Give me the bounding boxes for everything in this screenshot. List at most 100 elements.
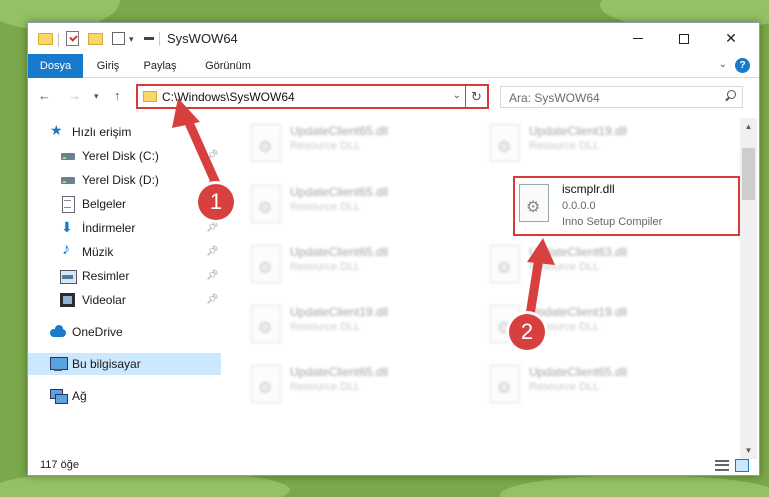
file-name: UpdateClient65.dll <box>290 185 389 199</box>
document-icon <box>60 196 76 213</box>
disk-icon <box>60 172 76 188</box>
refresh-icon[interactable]: ↻ <box>465 86 487 107</box>
tiles-view-icon[interactable] <box>735 459 749 472</box>
dll-file-icon <box>251 305 281 343</box>
list-item[interactable]: UpdateClient63.dll Resource DLL <box>485 241 715 293</box>
details-view-icon[interactable] <box>715 460 729 471</box>
pictures-icon <box>60 268 77 284</box>
search-input[interactable]: Ara: SysWOW64 <box>500 86 743 108</box>
pin-icon[interactable]: 📌︎ <box>206 150 219 161</box>
sidebar-item-label: Videolar <box>82 293 126 307</box>
expand-ribbon-icon[interactable]: ⌄ <box>719 59 727 70</box>
pin-icon[interactable]: 📌︎ <box>206 246 219 257</box>
file-list: UpdateClient65.dll Resource DLL UpdateCl… <box>221 118 740 448</box>
sidebar-item-label: Yerel Disk (D:) <box>82 173 159 187</box>
view-options-icon[interactable] <box>112 32 125 45</box>
vertical-scrollbar[interactable]: ▲ ▼ <box>740 118 757 459</box>
properties-icon[interactable] <box>66 31 79 46</box>
maximize-icon <box>679 33 689 44</box>
title-divider <box>159 32 160 46</box>
pin-icon[interactable]: 📌︎ <box>206 270 219 281</box>
file-type: Resource DLL <box>290 321 361 333</box>
file-name: UpdateClient65.dll <box>290 245 389 259</box>
new-folder-icon[interactable] <box>88 33 103 45</box>
file-name: UpdateClient63.dll <box>529 245 628 259</box>
dll-file-icon <box>490 365 520 403</box>
sidebar-item-network[interactable]: Ağ <box>50 385 220 407</box>
list-item[interactable]: UpdateClient65.dll Resource DLL <box>485 361 715 413</box>
sidebar-item-this-pc[interactable]: Bu bilgisayar <box>28 353 221 375</box>
file-description: Inno Setup Compiler <box>562 216 663 228</box>
tab-share[interactable]: Paylaş <box>140 54 180 78</box>
sidebar-item-local-disk-c[interactable]: Yerel Disk (C:) 📌︎ <box>60 145 220 167</box>
pin-icon[interactable]: 📌︎ <box>206 222 219 233</box>
chevron-down-icon[interactable]: ⌄ <box>453 90 461 101</box>
tab-view[interactable]: Görünüm <box>198 54 258 78</box>
sidebar-item-videos[interactable]: Videolar 📌︎ <box>60 289 220 311</box>
sidebar-item-label: Resimler <box>82 269 130 283</box>
music-icon <box>60 241 76 260</box>
tab-file[interactable]: Dosya <box>28 54 83 78</box>
back-arrow-icon[interactable]: ← <box>38 88 51 103</box>
list-item[interactable]: UpdateClient19.dll Resource DLL <box>246 301 476 353</box>
scrollbar-thumb[interactable] <box>742 148 755 200</box>
search-icon[interactable] <box>724 90 736 102</box>
navigation-bar: ← → ▾ ↑ C:\Windows\SysWOW64 ⌄ ↻ Ara: Sys… <box>28 79 759 113</box>
address-bar[interactable]: C:\Windows\SysWOW64 ⌄ ↻ <box>136 84 489 109</box>
star-icon <box>50 122 66 140</box>
file-name: UpdateClient65.dll <box>529 365 628 379</box>
up-arrow-icon[interactable]: ↑ <box>114 88 121 103</box>
list-item[interactable]: UpdateClient65.dll Resource DLL <box>246 120 476 172</box>
sidebar-item-documents[interactable]: Belgeler 📌︎ <box>60 193 220 215</box>
highlighted-file-item[interactable]: iscmplr.dll 0.0.0.0 Inno Setup Compiler <box>513 176 740 236</box>
minimize-button[interactable] <box>615 23 661 54</box>
file-name: UpdateClient65.dll <box>290 124 389 138</box>
close-icon: ✕ <box>725 30 737 46</box>
callout-badge-1: 1 <box>198 184 234 220</box>
list-item[interactable]: UpdateClient65.dll Resource DLL <box>246 241 476 293</box>
folder-icon <box>143 91 157 102</box>
list-item[interactable]: UpdateClient65.dll Resource DLL <box>246 361 476 413</box>
sidebar-item-pictures[interactable]: Resimler 📌︎ <box>60 265 220 287</box>
forward-arrow-icon[interactable]: → <box>68 88 81 103</box>
dll-file-icon <box>251 185 281 223</box>
video-icon <box>60 292 76 308</box>
onedrive-icon <box>50 324 66 340</box>
sidebar-item-quick-access[interactable]: Hızlı erişim <box>50 121 220 143</box>
pin-icon[interactable]: 📌︎ <box>206 294 219 305</box>
search-placeholder: Ara: SysWOW64 <box>509 91 600 105</box>
status-bar: 117 öğe <box>28 455 759 477</box>
sidebar-item-downloads[interactable]: İndirmeler 📌︎ <box>60 217 220 239</box>
computer-icon <box>50 356 68 372</box>
file-type: Resource DLL <box>529 381 600 393</box>
navigation-pane: Hızlı erişim Yerel Disk (C:) 📌︎ Yerel Di… <box>28 118 221 448</box>
window-title: SysWOW64 <box>167 31 238 46</box>
chevron-down-icon[interactable]: ▾ <box>129 34 134 50</box>
sidebar-item-label: OneDrive <box>72 325 123 339</box>
list-item[interactable]: UpdateClient19.dll Resource DLL <box>485 120 715 172</box>
sidebar-item-onedrive[interactable]: OneDrive <box>50 321 220 343</box>
customize-toolbar-icon[interactable]: ▬ <box>144 32 154 48</box>
sidebar-item-label: Ağ <box>72 389 87 403</box>
tab-home[interactable]: Giriş <box>88 54 128 78</box>
file-type: Resource DLL <box>529 261 600 273</box>
dll-file-icon <box>251 245 281 283</box>
file-type: Resource DLL <box>529 140 600 152</box>
sidebar-item-label: Belgeler <box>82 197 127 211</box>
maximize-button[interactable] <box>661 23 707 54</box>
recent-locations-icon[interactable]: ▾ <box>94 91 99 102</box>
explorer-window: ▾ ▬ SysWOW64 ✕ Dosya Giriş Paylaş Görünü… <box>27 22 760 476</box>
help-icon[interactable]: ? <box>735 58 750 73</box>
address-path[interactable]: C:\Windows\SysWOW64 <box>162 90 295 104</box>
sidebar-item-local-disk-d[interactable]: Yerel Disk (D:) 📌︎ <box>60 169 220 191</box>
sidebar-item-label: İndirmeler <box>82 221 136 235</box>
sidebar-item-music[interactable]: Müzik 📌︎ <box>60 241 220 263</box>
sidebar-item-label: Müzik <box>82 245 114 259</box>
file-name: UpdateClient19.dll <box>290 305 389 319</box>
scroll-up-icon[interactable]: ▲ <box>740 118 757 135</box>
dll-file-icon <box>490 245 520 283</box>
file-type: Resource DLL <box>290 381 361 393</box>
list-item[interactable]: UpdateClient65.dll Resource DLL <box>246 181 476 233</box>
close-button[interactable]: ✕ <box>708 23 754 54</box>
sidebar-item-label: Hızlı erişim <box>72 125 132 139</box>
